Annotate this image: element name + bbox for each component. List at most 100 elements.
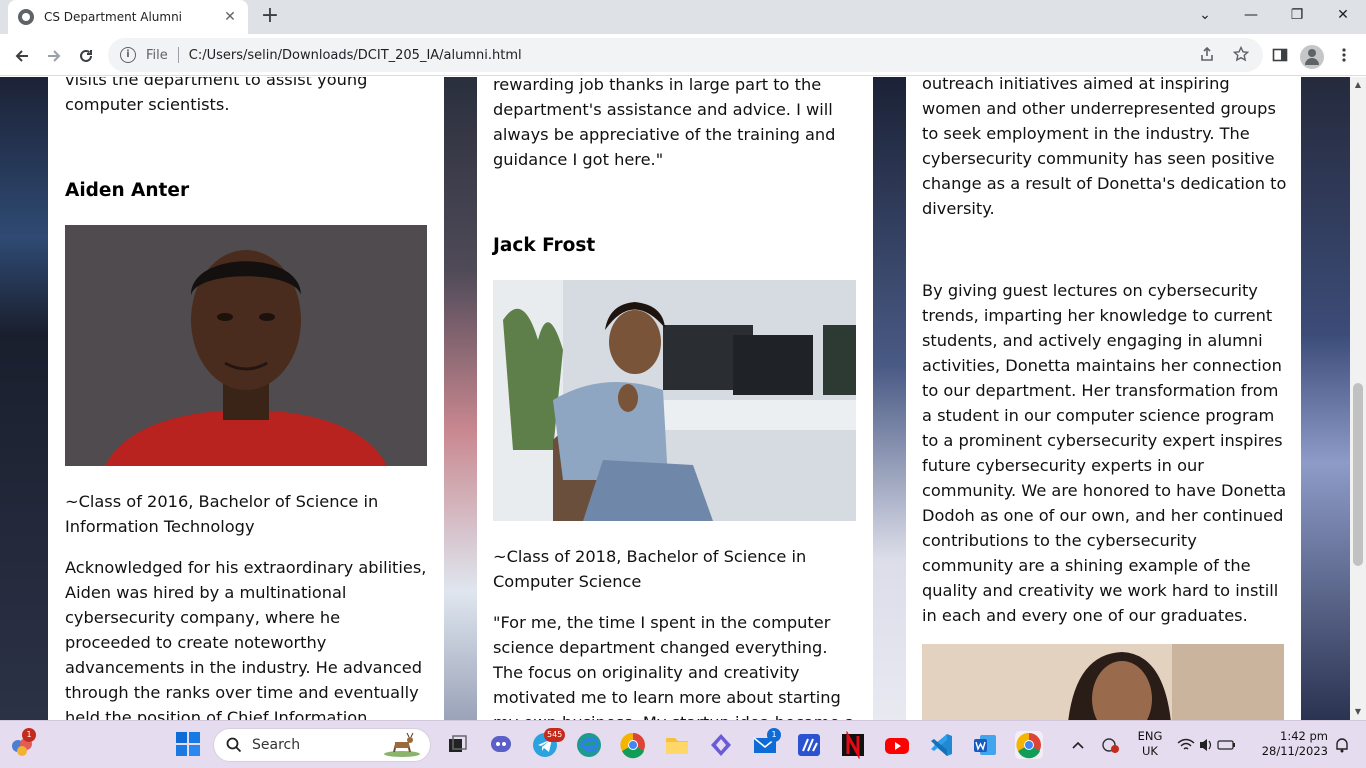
text-line: to seek employment in the industry. The (922, 124, 1250, 143)
minimize-button[interactable]: — (1228, 0, 1274, 32)
omnibox-actions (1199, 46, 1249, 62)
text-line: my own business. My startup idea became … (493, 710, 855, 720)
visual-studio-button[interactable] (795, 731, 823, 759)
back-button[interactable] (8, 42, 36, 70)
app-icon (798, 734, 820, 756)
chrome-active-button[interactable] (1015, 731, 1043, 759)
search-highlight-deer-icon (384, 732, 420, 757)
reload-button[interactable] (72, 42, 100, 70)
background-gutter-1 (444, 77, 477, 720)
text-line: future cybersecurity experts in our (922, 456, 1204, 475)
alumni-card-donetta: outreach initiatives aimed at inspiring … (906, 77, 1301, 720)
chrome-icon (1016, 732, 1041, 759)
text-line: rewarding job thanks in large part to th… (493, 77, 822, 94)
text-line: a student in our computer science progra… (922, 406, 1275, 425)
teams-chat-button[interactable] (487, 731, 515, 759)
vscode-button[interactable] (927, 731, 955, 759)
youtube-button[interactable] (883, 731, 911, 759)
forward-button[interactable] (40, 42, 68, 70)
tab-strip: CS Department Alumni ✕ + ⌄ — ❐ ✕ (0, 0, 1366, 34)
card-1-bio: Acknowledged for his extraordinary abili… (65, 555, 426, 720)
word-icon (974, 735, 996, 755)
info-icon[interactable]: i (120, 47, 136, 63)
text-line: activities, Donetta maintains her connec… (922, 356, 1282, 375)
card-3-bio: By giving guest lectures on cybersecurit… (922, 278, 1286, 628)
tray-overflow-button[interactable] (1068, 735, 1088, 755)
file-explorer-button[interactable] (663, 731, 691, 759)
chat-icon (491, 736, 511, 752)
taskbar-search-box[interactable]: Search (213, 728, 431, 762)
text-line: department's assistance and advice. I wi… (493, 100, 833, 119)
youtube-icon (885, 738, 909, 754)
portrait-illustration (922, 644, 1284, 720)
text-line: always be appreciative of the training a… (493, 125, 836, 144)
text-line: held the position of Chief Information (65, 708, 368, 720)
text-line: outreach initiatives aimed at inspiring (922, 77, 1230, 93)
text-line: diversity. (922, 199, 995, 218)
netflix-icon (842, 730, 864, 760)
alumni-photo-donetta (922, 644, 1284, 720)
scroll-thumb[interactable] (1353, 383, 1363, 566)
profile-icon[interactable] (1300, 45, 1324, 69)
vscode-icon (931, 734, 952, 756)
copilot-button[interactable] (707, 731, 735, 759)
reload-icon (80, 49, 92, 62)
text-line: Acknowledged for his extraordinary abili… (65, 558, 427, 577)
restore-button[interactable]: ❐ (1274, 0, 1320, 32)
back-arrow-icon (15, 50, 28, 62)
address-bar[interactable]: i File C:/Users/selin/Downloads/DCIT_205… (108, 38, 1263, 72)
quick-settings-button[interactable] (1176, 735, 1238, 755)
chevron-up-icon (1072, 741, 1084, 749)
page-scrollbar[interactable]: ▲ ▼ (1350, 77, 1366, 720)
tab-close-button[interactable]: ✕ (222, 9, 238, 25)
alumni-card-aiden: visits the department to assist young co… (48, 77, 444, 720)
chrome-button[interactable] (619, 731, 647, 759)
text-line: Computer Science (493, 572, 642, 591)
scroll-down-arrow[interactable]: ▼ (1350, 704, 1366, 720)
task-view-icon (449, 735, 467, 752)
text-line: science department changed everything. (493, 638, 828, 657)
card-1-class: ~Class of 2016, Bachelor of Science in I… (65, 489, 378, 539)
scroll-up-arrow[interactable]: ▲ (1350, 77, 1366, 93)
language-code: ENG (1137, 729, 1163, 743)
text-line: in each and every one of our graduates. (922, 606, 1248, 625)
background-right (1301, 77, 1350, 720)
text-line: advancements in the industry. He advance… (65, 658, 422, 677)
text-line: motivated me to learn more about startin… (493, 688, 841, 707)
close-window-button[interactable]: ✕ (1320, 0, 1366, 32)
office-photo-illustration (493, 280, 856, 521)
text-line: The focus on originality and creativity (493, 663, 800, 682)
alumni-photo-aiden (65, 225, 427, 466)
start-button[interactable] (175, 731, 203, 759)
alumni-card-jack: rewarding job thanks in large part to th… (477, 77, 873, 720)
sidebar-button[interactable] (1268, 43, 1292, 67)
widgets-badge: 1 (22, 728, 36, 742)
task-view-button[interactable] (443, 731, 471, 759)
text-line: ~Class of 2016, Bachelor of Science in (65, 492, 379, 511)
notifications-button[interactable] (1332, 735, 1352, 755)
share-icon[interactable] (1199, 46, 1215, 62)
alumni-photo-jack (493, 280, 856, 521)
text-line: guidance I got here." (493, 150, 664, 169)
file-scheme-label: File (146, 47, 168, 63)
clock[interactable]: 1:42 pm 28/11/2023 (1254, 729, 1328, 759)
url-text[interactable]: C:/Users/selin/Downloads/DCIT_205_IA/alu… (189, 48, 522, 63)
text-line: "For me, the time I spent in the compute… (493, 613, 831, 632)
background-gutter-2 (873, 77, 906, 720)
text-line: through the ranks over time and eventual… (65, 683, 419, 702)
star-icon[interactable] (1233, 46, 1249, 62)
tab-search-button[interactable]: ⌄ (1182, 0, 1228, 32)
word-button[interactable] (971, 731, 999, 759)
browser-tab-active[interactable]: CS Department Alumni ✕ (8, 0, 248, 34)
text-line: Dodoh as one of our own, and her continu… (922, 506, 1284, 525)
network-warning-button[interactable] (1100, 735, 1120, 755)
text-line: change as a result of Donetta's dedicati… (922, 174, 1287, 193)
keyboard-layout: UK (1142, 744, 1158, 758)
tab-title: CS Department Alumni (44, 10, 183, 24)
new-tab-button[interactable]: + (258, 4, 282, 28)
language-indicator[interactable]: ENG UK (1130, 729, 1170, 759)
edge-button[interactable] (575, 731, 603, 759)
search-icon (226, 737, 242, 753)
netflix-button[interactable] (839, 730, 867, 760)
menu-button[interactable] (1332, 43, 1356, 67)
